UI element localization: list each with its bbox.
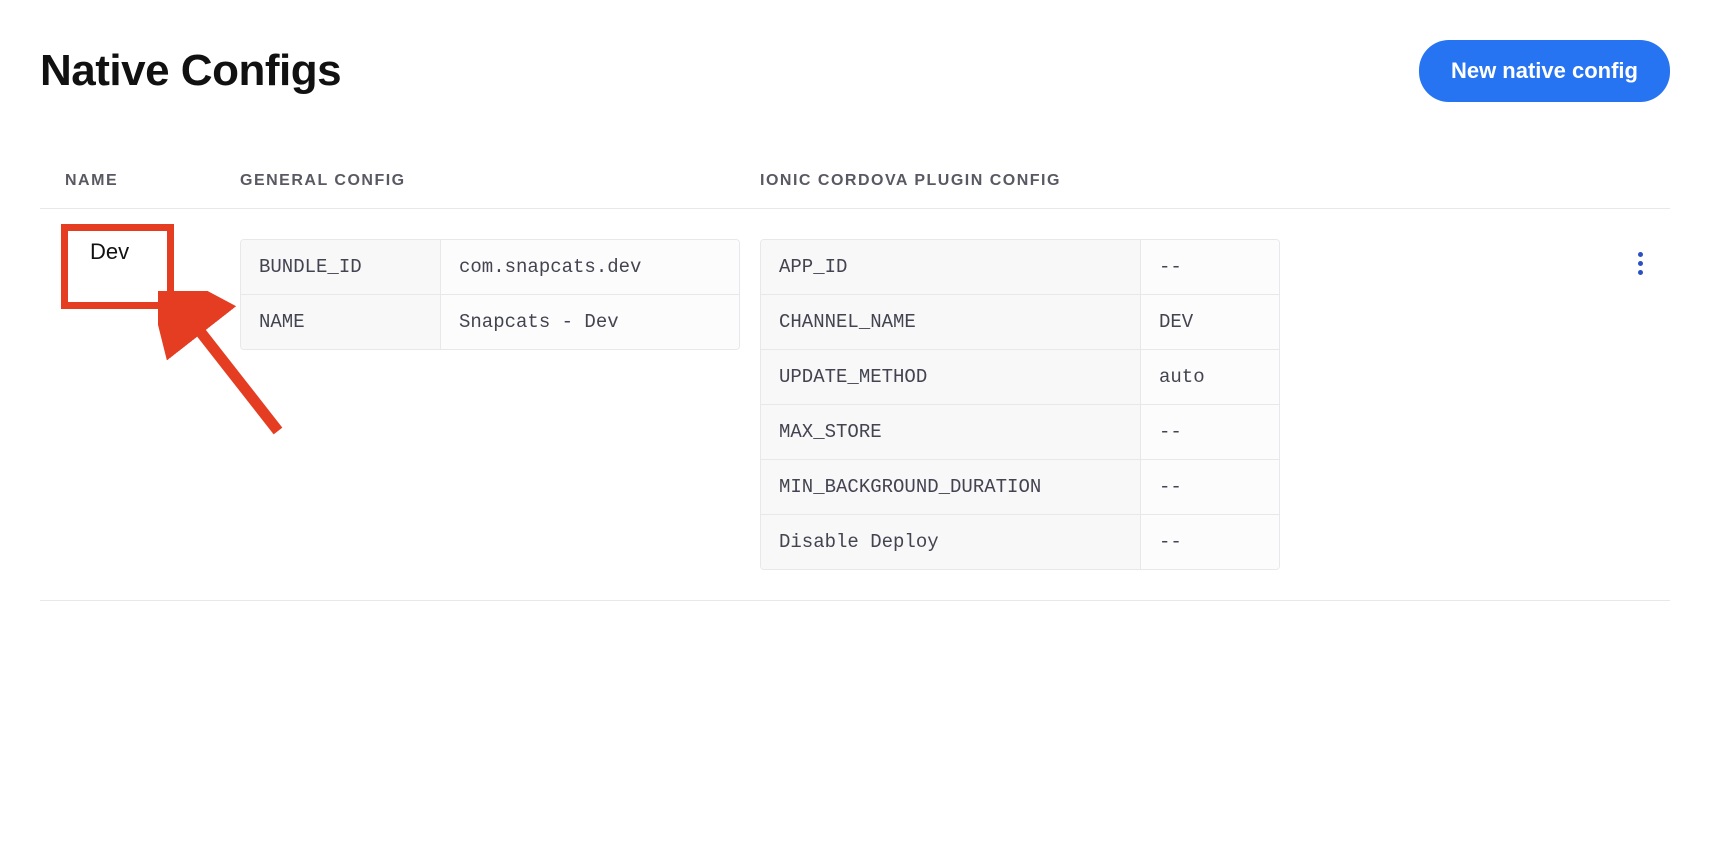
annotation-highlight-box [61, 224, 174, 309]
column-header-general: GENERAL CONFIG [240, 172, 760, 190]
config-key: NAME [241, 295, 441, 349]
config-key: BUNDLE_ID [241, 240, 441, 294]
table-row: NAME Snapcats - Dev [241, 295, 739, 349]
general-config-table: BUNDLE_ID com.snapcats.dev NAME Snapcats… [240, 239, 740, 350]
config-value: -- [1141, 515, 1279, 569]
table-row: APP_ID -- [761, 240, 1279, 295]
plugin-config-table: APP_ID -- CHANNEL_NAME DEV UPDATE_METHOD… [760, 239, 1280, 570]
config-value: Snapcats - Dev [441, 295, 739, 349]
table-row: Disable Deploy -- [761, 515, 1279, 569]
config-name: Dev [65, 239, 240, 265]
config-key: APP_ID [761, 240, 1141, 294]
more-options-icon[interactable] [1633, 247, 1648, 570]
config-value: com.snapcats.dev [441, 240, 739, 294]
config-value: auto [1141, 350, 1279, 404]
config-key: UPDATE_METHOD [761, 350, 1141, 404]
config-key: Disable Deploy [761, 515, 1141, 569]
config-value: DEV [1141, 295, 1279, 349]
table-row: CHANNEL_NAME DEV [761, 295, 1279, 350]
table-row: MIN_BACKGROUND_DURATION -- [761, 460, 1279, 515]
table-header-row: NAME GENERAL CONFIG IONIC CORDOVA PLUGIN… [40, 172, 1670, 209]
column-header-name: NAME [40, 172, 240, 190]
table-row: BUNDLE_ID com.snapcats.dev [241, 240, 739, 295]
new-native-config-button[interactable]: New native config [1419, 40, 1670, 102]
column-header-plugin: IONIC CORDOVA PLUGIN CONFIG [760, 172, 1610, 190]
page-title: Native Configs [40, 46, 341, 96]
config-row: Dev BUNDLE_ID com.snapcats.dev NAME Snap… [40, 209, 1670, 601]
config-value: -- [1141, 240, 1279, 294]
config-key: MAX_STORE [761, 405, 1141, 459]
table-row: MAX_STORE -- [761, 405, 1279, 460]
config-value: -- [1141, 405, 1279, 459]
config-key: CHANNEL_NAME [761, 295, 1141, 349]
config-key: MIN_BACKGROUND_DURATION [761, 460, 1141, 514]
table-row: UPDATE_METHOD auto [761, 350, 1279, 405]
config-value: -- [1141, 460, 1279, 514]
